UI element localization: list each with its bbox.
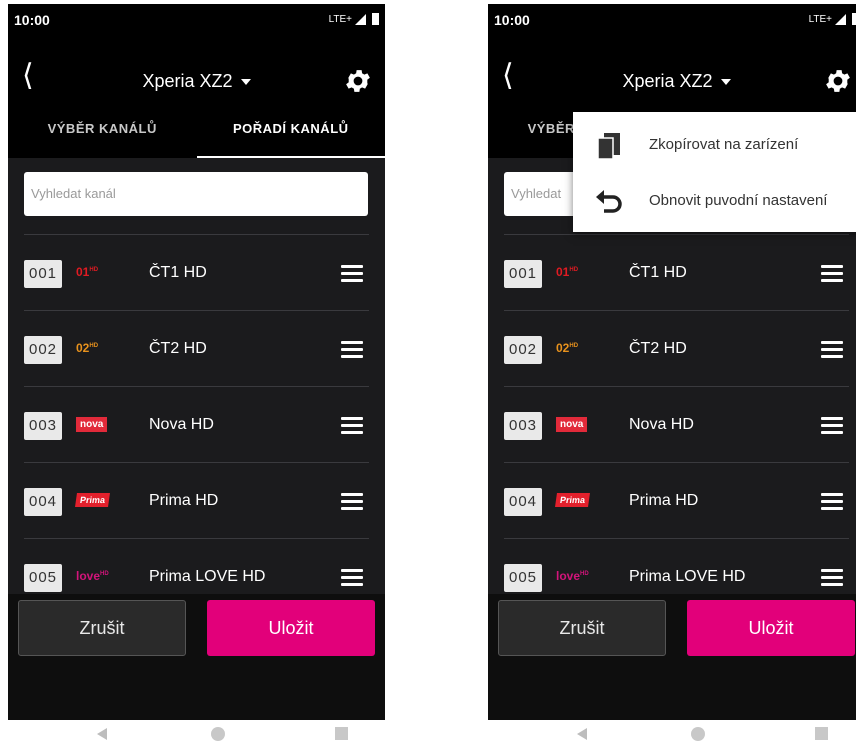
nova-logo: nova xyxy=(76,417,108,432)
gear-icon[interactable] xyxy=(343,66,373,96)
signal-icon xyxy=(835,13,846,25)
channel-row[interactable]: 003 nova Nova HD xyxy=(504,386,849,462)
channel-name: ČT2 HD xyxy=(629,340,687,357)
channel-row[interactable]: 002 02HD ČT2 HD xyxy=(24,310,369,386)
channel-name: ČT1 HD xyxy=(149,264,207,281)
phone-screen-left: 10:00 LTE+ ⟨ Xperia XZ2 VÝBĚR KANÁLŮ POŘ… xyxy=(8,4,385,720)
drag-handle-icon[interactable] xyxy=(821,569,843,586)
menu-item-copy-to-device[interactable]: Zkopírovat na zarízení xyxy=(573,116,856,174)
app-bar: ⟨ Xperia XZ2 xyxy=(488,40,856,118)
channel-name: Prima HD xyxy=(149,492,219,509)
ct1-logo: 01HD xyxy=(76,265,99,279)
love-logo: loveHD xyxy=(76,569,109,583)
channel-list-panel: Vyhledat kanál 001 01HD ČT1 HD 002 02HD … xyxy=(8,158,385,594)
copy-icon xyxy=(597,133,620,160)
channel-row[interactable]: 002 02HD ČT2 HD xyxy=(504,310,849,386)
nav-recent-apps-icon[interactable] xyxy=(815,727,828,740)
battery-icon xyxy=(852,13,856,25)
undo-icon xyxy=(596,190,622,213)
save-button[interactable]: Uložit xyxy=(207,600,375,656)
prima-logo: Prima xyxy=(75,493,110,507)
ct2-logo: 02HD xyxy=(556,341,579,355)
drag-handle-icon[interactable] xyxy=(341,265,363,282)
cancel-button[interactable]: Zrušit xyxy=(18,600,186,656)
channel-row[interactable]: 005 loveHD Prima LOVE HD xyxy=(24,538,369,594)
dropdown-caret-icon xyxy=(720,79,731,86)
phone-screen-right: 10:00 LTE+ ⟨ Xperia XZ2 VÝBĚR KANÁLŮ POŘ… xyxy=(488,4,856,720)
cancel-button[interactable]: Zrušit xyxy=(498,600,666,656)
drag-handle-icon[interactable] xyxy=(341,341,363,358)
channel-number: 004 xyxy=(24,488,62,516)
channel-row[interactable]: 004 Prima Prima HD xyxy=(504,462,849,538)
channel-name: Nova HD xyxy=(629,416,694,433)
nav-home-icon[interactable] xyxy=(691,727,705,741)
drag-handle-icon[interactable] xyxy=(341,569,363,586)
nav-home-icon[interactable] xyxy=(211,727,225,741)
channel-row[interactable]: 004 Prima Prima HD xyxy=(24,462,369,538)
nova-logo: nova xyxy=(556,417,588,432)
bottom-action-bar: Zrušit Uložit xyxy=(488,594,856,720)
nav-back-icon[interactable] xyxy=(577,728,587,740)
channel-row[interactable]: 001 01HD ČT1 HD xyxy=(504,234,849,310)
device-selector[interactable]: Xperia XZ2 xyxy=(488,71,856,92)
status-bar: 10:00 LTE+ xyxy=(488,4,856,40)
channel-name: Prima LOVE HD xyxy=(629,568,746,585)
system-icons: LTE+ xyxy=(329,13,379,25)
dropdown-caret-icon xyxy=(240,79,251,86)
network-label: LTE+ xyxy=(328,13,352,25)
prima-logo: Prima xyxy=(555,493,590,507)
channel-number: 002 xyxy=(504,336,542,364)
drag-handle-icon[interactable] xyxy=(821,493,843,510)
love-logo: loveHD xyxy=(556,569,589,583)
channel-name: Nova HD xyxy=(149,416,214,433)
menu-item-label: Obnovit puvodní nastavení xyxy=(649,192,828,209)
channel-name: ČT1 HD xyxy=(629,264,687,281)
status-time: 10:00 xyxy=(494,12,530,28)
drag-handle-icon[interactable] xyxy=(821,417,843,434)
drag-handle-icon[interactable] xyxy=(821,341,843,358)
channel-row[interactable]: 005 loveHD Prima LOVE HD xyxy=(504,538,849,594)
channel-row[interactable]: 003 nova Nova HD xyxy=(24,386,369,462)
bottom-action-bar: Zrušit Uložit xyxy=(8,594,385,720)
battery-icon xyxy=(372,13,379,25)
nav-back-icon[interactable] xyxy=(97,728,107,740)
signal-icon xyxy=(355,13,366,25)
channel-number: 005 xyxy=(504,564,542,592)
save-button[interactable]: Uložit xyxy=(687,600,855,656)
channel-name: Prima LOVE HD xyxy=(149,568,266,585)
gear-icon[interactable] xyxy=(823,66,853,96)
channel-number: 003 xyxy=(24,412,62,440)
settings-dropdown-menu: Zkopírovat na zarízení Obnovit puvodní n… xyxy=(573,112,856,232)
ct1-logo: 01HD xyxy=(556,265,579,279)
drag-handle-icon[interactable] xyxy=(341,417,363,434)
device-name: Xperia XZ2 xyxy=(622,71,713,91)
menu-item-restore-defaults[interactable]: Obnovit puvodní nastavení xyxy=(573,172,856,230)
tab-channel-selection[interactable]: VÝBĚR KANÁLŮ xyxy=(8,118,197,158)
system-icons: LTE+ xyxy=(809,13,856,25)
channel-number: 003 xyxy=(504,412,542,440)
ct2-logo: 02HD xyxy=(76,341,99,355)
menu-item-label: Zkopírovat na zarízení xyxy=(649,136,799,153)
drag-handle-icon[interactable] xyxy=(341,493,363,510)
channel-number: 001 xyxy=(24,260,62,288)
channel-number: 005 xyxy=(24,564,62,592)
network-label: LTE+ xyxy=(808,13,832,25)
tab-bar: VÝBĚR KANÁLŮ POŘADÍ KANÁLŮ xyxy=(8,118,385,158)
status-bar: 10:00 LTE+ xyxy=(8,4,385,40)
channel-number: 002 xyxy=(24,336,62,364)
drag-handle-icon[interactable] xyxy=(821,265,843,282)
search-input[interactable]: Vyhledat kanál xyxy=(24,172,368,216)
device-selector[interactable]: Xperia XZ2 xyxy=(8,71,385,92)
channel-row[interactable]: 001 01HD ČT1 HD xyxy=(24,234,369,310)
channel-name: Prima HD xyxy=(629,492,699,509)
channel-name: ČT2 HD xyxy=(149,340,207,357)
nav-recent-apps-icon[interactable] xyxy=(335,727,348,740)
channel-number: 004 xyxy=(504,488,542,516)
app-bar: ⟨ Xperia XZ2 xyxy=(8,40,385,118)
device-name: Xperia XZ2 xyxy=(142,71,233,91)
channel-number: 001 xyxy=(504,260,542,288)
tab-channel-order[interactable]: POŘADÍ KANÁLŮ xyxy=(196,118,386,158)
status-time: 10:00 xyxy=(14,12,50,28)
